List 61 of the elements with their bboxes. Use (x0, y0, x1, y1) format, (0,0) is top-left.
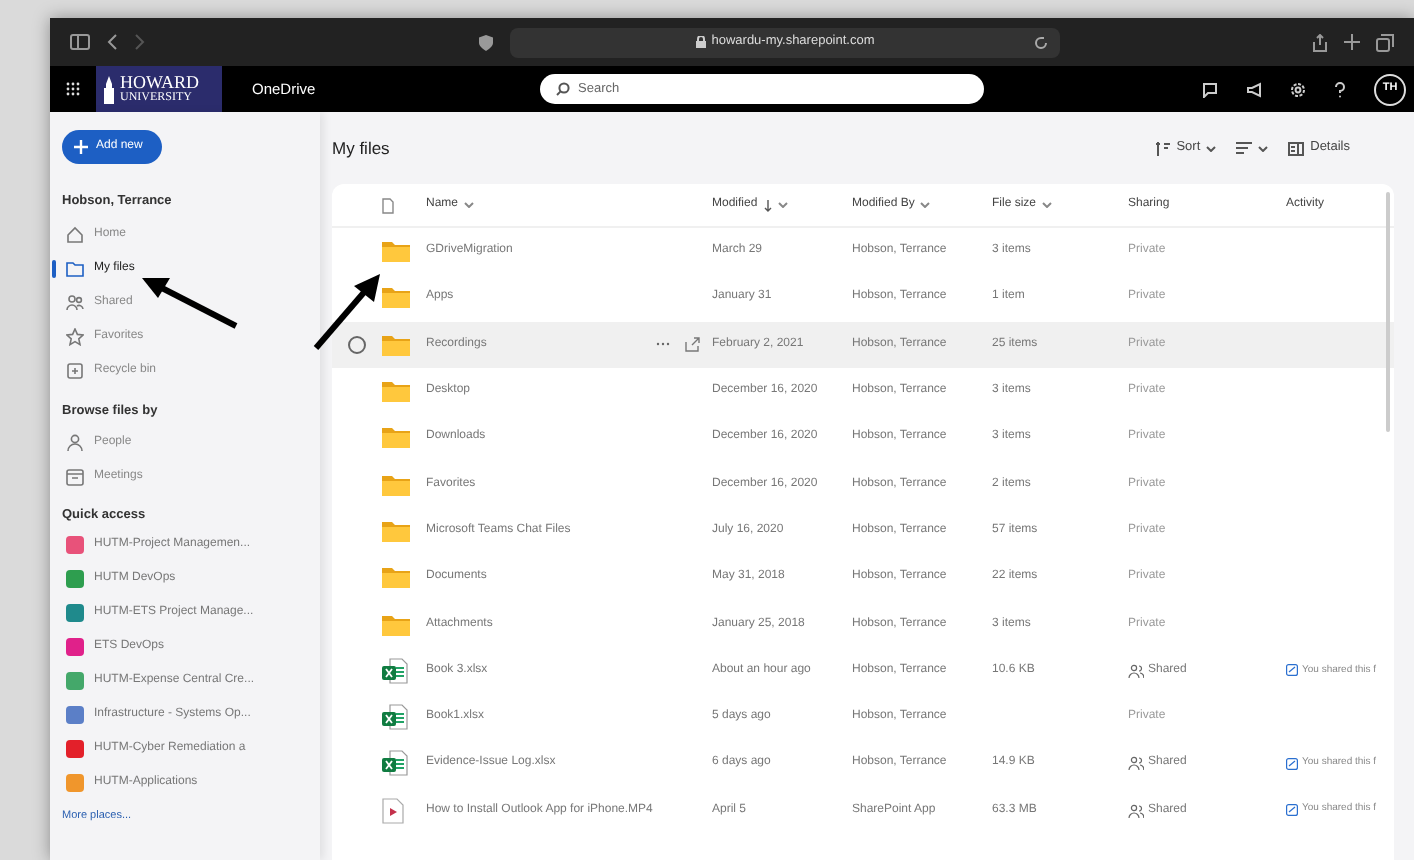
tower-icon (102, 75, 116, 103)
share-icon[interactable] (684, 336, 700, 353)
folder-icon (382, 333, 410, 356)
folder-icon (382, 613, 410, 636)
share-icon[interactable] (1312, 33, 1328, 51)
back-icon[interactable] (106, 34, 118, 50)
video-file-icon (382, 797, 404, 824)
chevron-icon (464, 202, 475, 208)
sort-arrow-icon (763, 199, 772, 211)
select-checkbox[interactable] (348, 335, 366, 354)
share-activity-icon (1286, 664, 1298, 677)
megaphone-icon[interactable] (1246, 81, 1262, 97)
folder-icon (382, 566, 410, 589)
folder-icon (66, 259, 84, 278)
people-icon (1128, 663, 1144, 678)
new-tab-icon[interactable] (1344, 34, 1360, 50)
page-title: My files (332, 135, 390, 161)
people-icon (1128, 756, 1144, 771)
tabs-icon[interactable] (1376, 33, 1394, 51)
logo-text: HOWARD (120, 74, 199, 92)
annotation-arrow (140, 274, 240, 330)
view-button[interactable] (1236, 142, 1269, 154)
file-type-icon (382, 197, 394, 213)
people-icon (66, 293, 84, 312)
folder-icon (382, 426, 410, 449)
lock-icon (695, 36, 706, 48)
plus-icon (74, 140, 88, 154)
people-icon (1128, 803, 1144, 818)
folder-icon (382, 473, 410, 496)
search-icon (556, 82, 570, 96)
app-launcher-icon[interactable] (66, 82, 80, 96)
chevron-icon (920, 202, 931, 208)
spreadsheet-icon (382, 657, 408, 684)
sort-icon (1156, 141, 1171, 155)
help-icon[interactable] (1334, 81, 1346, 97)
list-view-icon (1236, 142, 1253, 154)
folder-icon (382, 380, 410, 403)
chat-icon[interactable] (1202, 81, 1218, 97)
star-icon (66, 327, 84, 346)
annotation-arrow (312, 272, 384, 352)
details-pane-icon (1288, 141, 1305, 155)
chevron-icon (777, 202, 788, 208)
person-icon (66, 433, 84, 451)
more-options-icon[interactable] (656, 342, 670, 347)
scrollbar[interactable] (1386, 192, 1390, 432)
home-icon (66, 225, 84, 244)
sidebar-icon[interactable] (70, 34, 90, 50)
chevron-icon (1258, 145, 1269, 151)
chevron-icon (1042, 202, 1053, 208)
share-activity-icon (1286, 804, 1298, 817)
settings-icon[interactable] (1290, 81, 1306, 97)
calendar-icon (66, 467, 84, 485)
folder-icon (382, 519, 410, 542)
shield-icon (478, 33, 494, 51)
folder-icon (382, 240, 410, 263)
folder-icon (382, 286, 410, 309)
spreadsheet-icon (382, 704, 408, 731)
share-activity-icon (1286, 757, 1298, 770)
chevron-icon (1206, 145, 1217, 151)
reload-icon[interactable] (1034, 35, 1048, 49)
spreadsheet-icon (382, 750, 408, 777)
